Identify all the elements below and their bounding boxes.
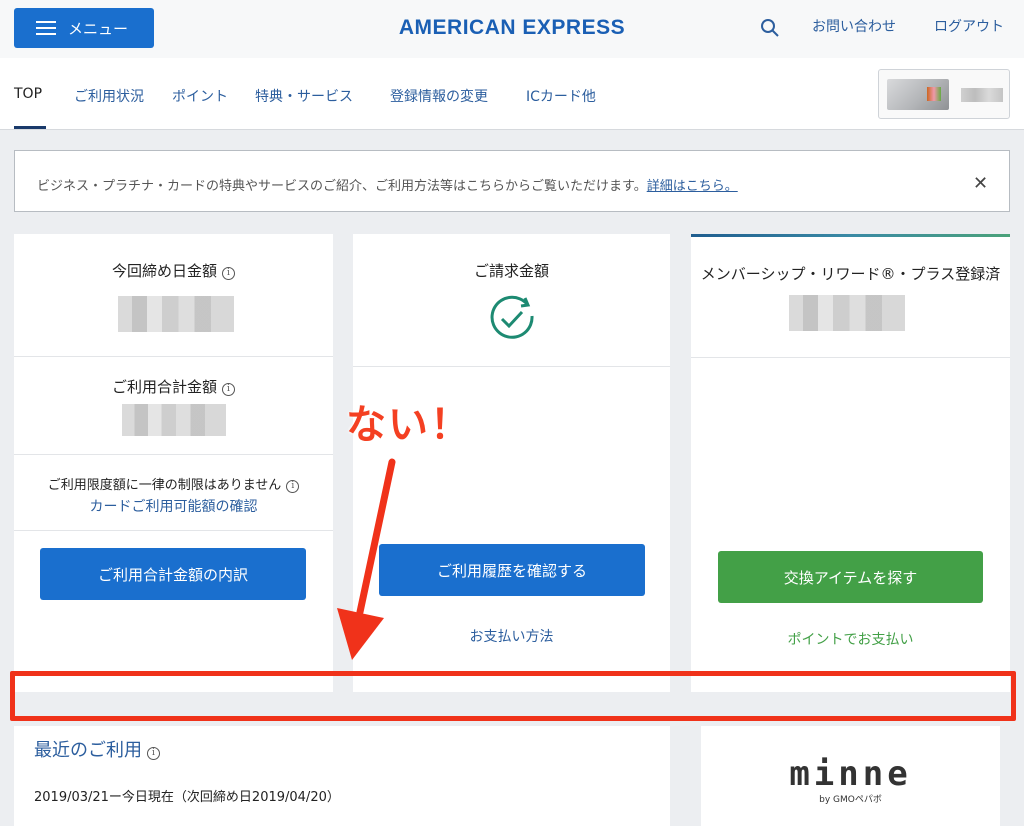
closing-amount-value-blurred	[118, 296, 234, 332]
divider	[14, 356, 333, 357]
closing-amount-label: 今回締め日金額 i	[14, 260, 333, 281]
top-bar: メニュー AMERICAN EXPRESS お問い合わせ ログアウト	[0, 0, 1024, 58]
payment-method-link[interactable]: お支払い方法	[353, 626, 670, 646]
divider	[14, 530, 333, 531]
rewards-panel: メンバーシップ・リワード®・プラス登録済 交換アイテムを探す ポイントでお支払い	[691, 234, 1010, 692]
available-limit-link[interactable]: カードご利用可能額の確認	[14, 496, 333, 516]
tab-ic-card[interactable]: ICカード他	[526, 86, 596, 106]
tab-benefits-services[interactable]: 特典・サービス	[255, 86, 353, 106]
minne-logo-sub: by GMOペパボ	[819, 795, 882, 805]
billing-panel: 今回締め日金額 i ご利用合計金額 i ご利用限度額に一律の制限はありません i カー…	[14, 234, 333, 692]
usage-total-value-blurred	[122, 404, 226, 436]
invoice-panel: ご請求金額 ご利用履歴を確認する お支払い方法	[353, 234, 670, 692]
tab-registration-change[interactable]: 登録情報の変更	[390, 86, 488, 106]
rewards-points-blurred	[789, 295, 905, 331]
pay-with-points-link[interactable]: ポイントでお支払い	[691, 629, 1010, 649]
card-selector[interactable]	[878, 69, 1010, 119]
limit-text: ご利用限度額に一律の制限はありません	[47, 478, 282, 493]
active-tab-indicator	[14, 126, 46, 129]
recent-usage-period: 2019/03/21ー今日現在（次回締め日2019/04/20）	[34, 790, 340, 805]
rewards-label: メンバーシップ・リワード®・プラス登録済	[700, 265, 1001, 283]
recent-usage-title-line: 最近のご利用 i	[34, 736, 160, 762]
notice-banner: ビジネス・プラチナ・カードの特典やサービスのご紹介、ご利用方法等はこちらからご覧…	[14, 150, 1010, 212]
usage-total-text: ご利用合計金額	[111, 378, 217, 396]
search-icon[interactable]	[760, 18, 780, 38]
close-icon[interactable]: ✕	[973, 173, 988, 194]
annotation-text: ない！	[346, 402, 472, 448]
card-holder-name-blurred	[961, 88, 1003, 102]
info-icon[interactable]: i	[286, 480, 300, 493]
invoice-amount-label: ご請求金額	[473, 262, 549, 280]
tab-points[interactable]: ポイント	[172, 86, 228, 106]
main-nav: TOP ご利用状況 ポイント 特典・サービス 登録情報の変更 ICカード他	[0, 58, 1024, 130]
info-icon[interactable]: i	[147, 747, 160, 760]
usage-total-label: ご利用合計金額 i	[14, 376, 333, 397]
check-circle-icon	[490, 295, 534, 339]
limit-text-line: ご利用限度額に一律の制限はありません i	[14, 474, 333, 493]
divider	[14, 454, 333, 455]
closing-amount-text: 今回締め日金額	[111, 262, 217, 280]
notice-detail-link[interactable]: 詳細はこちら。	[647, 179, 738, 194]
divider	[691, 357, 1010, 358]
tab-top[interactable]: TOP	[14, 86, 42, 102]
usage-history-button[interactable]: ご利用履歴を確認する	[379, 544, 645, 596]
notice-text: ビジネス・プラチナ・カードの特典やサービスのご紹介、ご利用方法等はこちらからご覧…	[37, 179, 647, 194]
logout-link[interactable]: ログアウト	[934, 16, 1004, 36]
annotation-highlight-box	[10, 671, 1016, 721]
notice-text-line: ビジネス・プラチナ・カードの特典やサービスのご紹介、ご利用方法等はこちらからご覧…	[37, 175, 738, 194]
minne-ad-banner[interactable]: minne by GMOペパボ	[701, 726, 1000, 826]
recent-usage-title: 最近のご利用	[34, 740, 142, 761]
rewards-accent-stripe	[691, 234, 1010, 237]
find-exchange-items-button[interactable]: 交換アイテムを探す	[718, 551, 983, 603]
card-thumbnail	[887, 79, 949, 110]
info-icon[interactable]: i	[222, 383, 235, 396]
divider	[353, 366, 670, 367]
tab-usage-status[interactable]: ご利用状況	[74, 86, 144, 106]
recent-usage-section: 最近のご利用 i 2019/03/21ー今日現在（次回締め日2019/04/20）	[14, 726, 670, 826]
usage-breakdown-button[interactable]: ご利用合計金額の内訳	[40, 548, 306, 600]
info-icon[interactable]: i	[222, 267, 235, 280]
contact-link[interactable]: お問い合わせ	[812, 16, 896, 36]
minne-logo: minne	[789, 754, 912, 794]
